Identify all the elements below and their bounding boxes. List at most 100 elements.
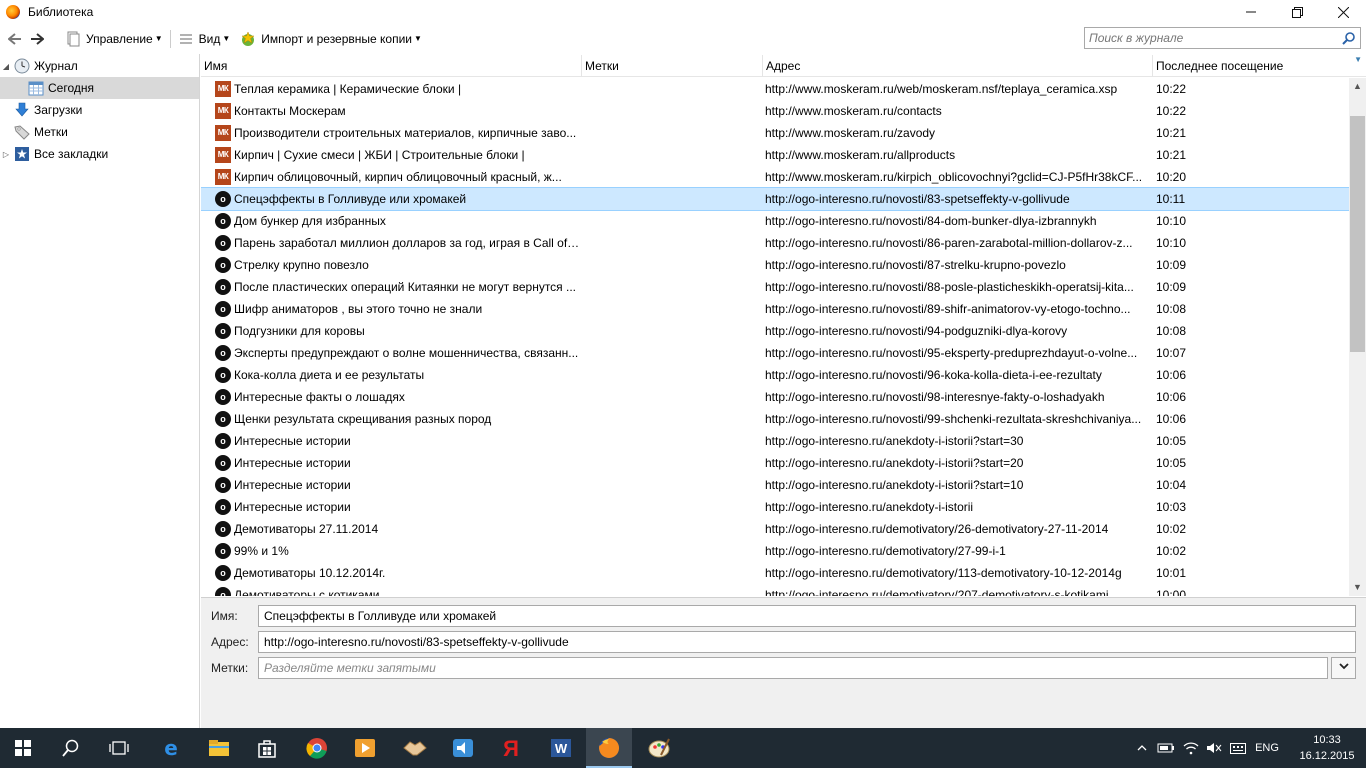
taskbar-store[interactable] [244,728,290,768]
vertical-scrollbar[interactable]: ▲ ▼ [1349,78,1366,596]
row-last-visit: 10:22 [1156,82,1187,96]
tray-overflow-button[interactable] [1132,728,1152,768]
table-row[interactable]: o Демотиваторы 10.12.2014г. http://ogo-int… [201,562,1349,584]
close-button[interactable] [1320,0,1366,24]
title-bar[interactable]: Библиотека [0,0,1366,24]
scrollbar-thumb[interactable] [1350,116,1365,352]
forward-button[interactable] [26,28,48,50]
sidebar-item-history[interactable]: ◢ Журнал [0,55,199,77]
import-backup-menu[interactable]: Импорт и резервные копии ▼ [235,28,427,50]
table-row[interactable]: o Щенки результата скрещивания разных пор… [201,408,1349,430]
table-row[interactable]: o Спецэффекты в Голливуде или хромакей htt… [201,187,1349,211]
table-row[interactable]: o Стрелку крупно повезло http://ogo-intere… [201,254,1349,276]
expand-collapse-icon[interactable]: ▷ [0,150,12,159]
row-url: http://ogo-interesno.ru/demotivatory/27-… [765,544,1006,558]
clock-icon [14,58,30,74]
handshake-app-icon [403,741,427,756]
taskbar-word[interactable]: W [538,728,584,768]
minimize-button[interactable] [1228,0,1274,24]
row-url: http://ogo-interesno.ru/demotivatory/207… [765,588,1109,596]
dropdown-arrow-icon: ▼ [154,34,163,43]
taskbar-yandex[interactable]: Я [488,728,534,768]
sidebar-item-tags[interactable]: Метки [0,121,199,143]
table-row[interactable]: o Демотиваторы 27.11.2014 http://ogo-inter… [201,518,1349,540]
start-button[interactable] [0,728,46,768]
taskbar-media-player[interactable] [342,728,388,768]
table-row[interactable]: o Подгузники для коровы http://ogo-interes… [201,320,1349,342]
tray-volume[interactable] [1204,728,1224,768]
taskbar-file-explorer[interactable] [196,728,242,768]
row-last-visit: 10:11 [1156,192,1186,206]
row-last-visit: 10:07 [1156,346,1187,360]
table-row[interactable]: o Демотиваторы с котиками http://ogo-inter… [201,584,1349,596]
tags-field[interactable] [258,657,1328,679]
row-url: http://ogo-interesno.ru/anekdoty-i-istor… [765,456,1024,470]
taskbar-firefox[interactable] [586,728,632,768]
table-row[interactable]: МК Кирпич облицовочный, кирпич облицовочн… [201,166,1349,188]
table-row[interactable]: o Интересные факты о лошадях http://ogo-in… [201,386,1349,408]
tray-power[interactable] [1156,728,1176,768]
table-row[interactable]: o Дом бункер для избранных http://ogo-inte… [201,210,1349,232]
ogo-interesno-favicon-icon: o [215,521,231,537]
table-row[interactable]: МК Производители строительных материалов,… [201,122,1349,144]
manage-menu-label: Управление [86,31,153,46]
arrow-right-icon [31,32,44,45]
manage-menu[interactable]: Управление ▼ [60,28,168,50]
table-row[interactable]: o Шифр аниматоров , вы этого точно не зна… [201,298,1349,320]
tray-network[interactable] [1180,728,1202,768]
task-view-button[interactable] [96,728,142,768]
table-row[interactable]: МК Контакты Москерам http://www.moskeram.r… [201,100,1349,122]
sidebar: ◢ Журнал Сегодня Загрузки Метки ▷ Все за… [0,54,200,728]
tags-dropdown-button[interactable] [1331,657,1356,679]
sidebar-item-today[interactable]: Сегодня [0,77,199,99]
search-icon [62,739,79,757]
table-row[interactable]: o После пластических операций Китаянки не… [201,276,1349,298]
sidebar-item-label: Сегодня [48,81,94,95]
taskbar-audio-app[interactable] [440,728,486,768]
view-menu[interactable]: Вид ▼ [173,28,236,50]
table-row[interactable]: o Парень заработал миллион долларов за го… [201,232,1349,254]
table-row[interactable]: o Интересные истории http://ogo-interesno.… [201,474,1349,496]
maximize-button[interactable] [1274,0,1320,24]
column-header-url[interactable]: Адрес [763,55,1153,77]
table-row[interactable]: МК Теплая керамика | Керамические блоки |… [201,78,1349,100]
column-header-name[interactable]: Имя [201,55,582,77]
back-button[interactable] [4,28,26,50]
tray-keyboard[interactable] [1228,728,1248,768]
column-header-last-visit[interactable]: Последнее посещение [1153,55,1366,77]
search-icon[interactable] [1342,31,1356,45]
taskbar-paint[interactable] [636,728,682,768]
taskbar: e Я W ENG 10:33 16.12.2015 [0,728,1366,768]
table-row[interactable]: o Интересные истории http://ogo-interesno.… [201,452,1349,474]
history-search-input[interactable] [1085,28,1335,48]
table-row[interactable]: o Интересные истории http://ogo-interesno.… [201,430,1349,452]
sidebar-item-downloads[interactable]: Загрузки [0,99,199,121]
row-title: Спецэффекты в Голливуде или хромакей [234,192,467,206]
taskbar-chrome[interactable] [294,728,340,768]
row-url: http://www.moskeram.ru/kirpich_oblicovoc… [765,170,1143,184]
tray-language[interactable]: ENG [1250,728,1284,768]
expand-collapse-icon[interactable]: ◢ [0,62,12,71]
row-title: Подгузники для коровы [234,324,365,338]
row-last-visit: 10:04 [1156,478,1187,492]
table-row[interactable]: o Интересные истории http://ogo-interesno.… [201,496,1349,518]
row-last-visit: 10:00 [1156,588,1187,596]
table-row[interactable]: o Эксперты предупреждают о волне мошеннич… [201,342,1349,364]
scroll-down-arrow-icon[interactable]: ▼ [1349,579,1366,596]
column-header-tags[interactable]: Метки [582,55,763,77]
table-row[interactable]: o Кока-колла диета и ее результаты http://… [201,364,1349,386]
media-player-icon [355,739,375,757]
search-button[interactable] [48,728,94,768]
table-row[interactable]: o 99% и 1% http://ogo-interesno.ru/demotiv… [201,540,1349,562]
row-title: Производители строительных материалов, к… [234,126,577,140]
row-title: Демотиваторы 27.11.2014 [234,522,379,536]
taskbar-clock[interactable]: 10:33 16.12.2015 [1292,732,1362,764]
name-field[interactable] [258,605,1356,627]
taskbar-handshake-app[interactable] [392,728,438,768]
table-row[interactable]: МК Кирпич | Сухие смеси | ЖБИ | Строитель… [201,144,1349,166]
row-url: http://ogo-interesno.ru/novosti/96-koka-… [765,368,1102,382]
sidebar-item-all-bookmarks[interactable]: ▷ Все закладки [0,143,199,165]
scroll-up-arrow-icon[interactable]: ▲ [1349,78,1366,95]
taskbar-edge[interactable]: e [148,728,194,768]
address-field[interactable] [258,631,1356,653]
